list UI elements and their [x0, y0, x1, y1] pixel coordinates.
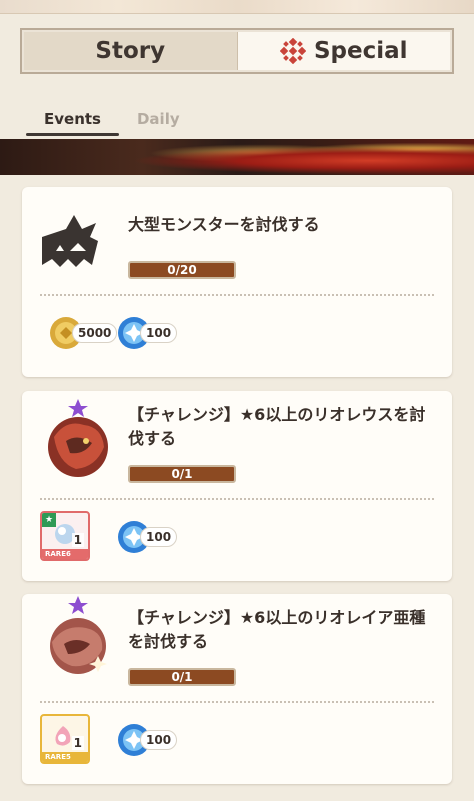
progress-text: 0/1: [171, 467, 193, 481]
quest-progress-bar: 0/1: [128, 668, 236, 686]
special-tab-button[interactable]: Special: [236, 32, 450, 70]
rarity-label: RARE6: [42, 549, 88, 559]
special-emblem-icon: [279, 38, 306, 64]
quest-card[interactable]: 大型モンスターを討伐する 0/20 5000 100: [22, 187, 452, 377]
card-divider: [40, 498, 434, 500]
quest-card[interactable]: 【チャレンジ】★6以上のリオレイア亜種を討伐する 0/1 1 RARE5 100: [22, 594, 452, 784]
points-count: 100: [140, 527, 178, 547]
quest-progress-bar: 0/20: [128, 261, 236, 279]
top-decoration: [0, 0, 474, 14]
reward-points: 100: [116, 519, 178, 555]
progress-text: 0/20: [167, 263, 197, 277]
tab-events[interactable]: Events: [26, 106, 119, 136]
event-banner-image: [0, 139, 474, 175]
tab-daily[interactable]: Daily: [119, 106, 198, 136]
reward-item-box: ★ 1 RARE6: [40, 511, 90, 561]
story-tab-button[interactable]: Story: [24, 32, 237, 70]
zenny-count: 5000: [72, 323, 118, 343]
quest-title: 【チャレンジ】★6以上のリオレウスを討伐する: [128, 405, 426, 448]
points-count: 100: [140, 730, 178, 750]
item-count: 1: [71, 533, 84, 547]
rathalos-icon: [48, 399, 108, 477]
points-count: 100: [140, 323, 178, 343]
reward-points: 100: [116, 315, 178, 351]
reward-item-box: 1 RARE5: [40, 714, 90, 764]
quest-title: 大型モンスターを討伐する: [128, 215, 320, 234]
special-label: Special: [313, 38, 408, 64]
rarity-label: RARE5: [42, 752, 88, 762]
quest-progress-bar: 0/1: [128, 465, 236, 483]
progress-text: 0/1: [171, 670, 193, 684]
item-count: 1: [71, 736, 84, 750]
quest-title: 【チャレンジ】★6以上のリオレイア亜種を討伐する: [128, 608, 426, 651]
card-divider: [40, 294, 434, 296]
card-divider: [40, 701, 434, 703]
reward-zenny: 5000: [48, 315, 118, 351]
large-monster-icon: [42, 215, 98, 267]
reward-points: 100: [116, 722, 178, 758]
story-label: Story: [95, 38, 166, 64]
event-tabs: Events Daily: [26, 106, 198, 136]
pink-rathian-icon: [50, 596, 107, 674]
mode-switch: Story Special: [20, 28, 454, 74]
quest-card[interactable]: 【チャレンジ】★6以上のリオレウスを討伐する 0/1 ★ 1 RARE6 100: [22, 391, 452, 581]
